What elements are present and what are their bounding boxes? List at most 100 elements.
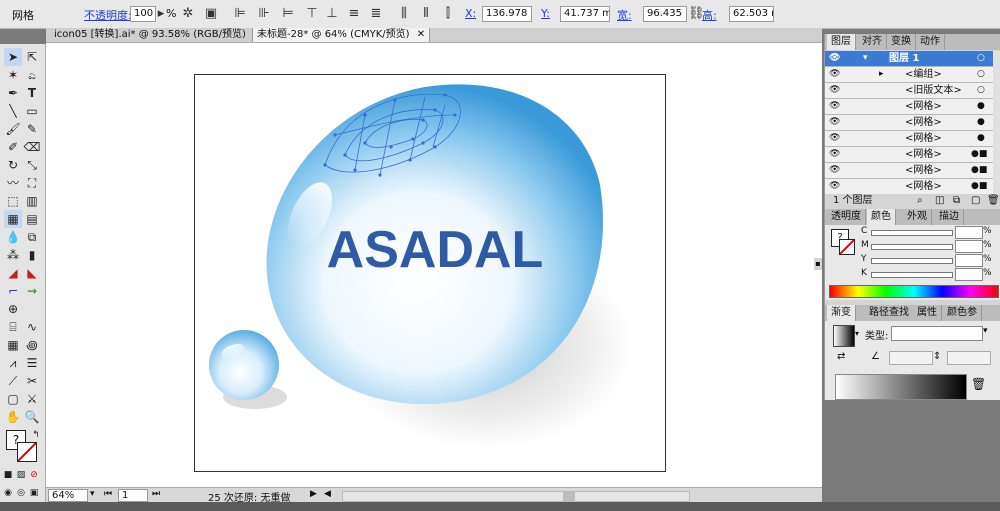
eye-icon[interactable]: 👁: [829, 163, 841, 178]
align-left-icon[interactable]: ⊫: [232, 6, 248, 22]
height-input[interactable]: 62.503 mm: [729, 6, 774, 22]
layer-row[interactable]: 👁 ▾ 图层 1 ○: [825, 51, 993, 67]
page-input[interactable]: 1: [118, 489, 148, 502]
paintbrush-tool-icon[interactable]: 🖌: [4, 120, 22, 138]
blend-tool-icon[interactable]: ⧉: [23, 228, 41, 246]
symbol-sprayer-tool-icon[interactable]: ⁂: [4, 246, 22, 264]
layers-scrollbar[interactable]: [993, 51, 1000, 194]
gradient-mode-icon[interactable]: ▨: [15, 466, 27, 484]
eyedropper-tool-icon[interactable]: 💧: [4, 228, 22, 246]
tab-icon05[interactable]: icon05 [转换].ai* @ 93.58% (RGB/预览) ✕: [50, 28, 266, 42]
channel-y-slider[interactable]: [871, 258, 953, 264]
channel-m-slider[interactable]: [871, 244, 953, 250]
scissors-tool-icon[interactable]: ✂: [23, 372, 41, 390]
eye-icon[interactable]: 👁: [829, 51, 841, 66]
column-graph-tool-icon[interactable]: ▮: [23, 246, 41, 264]
lasso-tool-icon[interactable]: ಎ: [23, 66, 41, 84]
aspect-ratio-icon[interactable]: ⇕: [933, 351, 941, 362]
crop-tool-icon[interactable]: ▢: [4, 390, 22, 408]
distribute-top-icon[interactable]: ≡: [346, 6, 362, 22]
zoom-tool-icon[interactable]: 🔍: [23, 408, 41, 426]
clipping-mask-icon[interactable]: ◫: [935, 194, 944, 208]
reverse-gradient-icon[interactable]: ⇄: [837, 351, 845, 362]
expand-triangle-icon[interactable]: ▾: [863, 51, 868, 66]
artboard[interactable]: ASADAL: [194, 74, 666, 472]
selection-tool-icon[interactable]: ➤: [4, 48, 22, 66]
eye-icon[interactable]: 👁: [829, 147, 841, 162]
color-mode-icon[interactable]: ■: [2, 466, 14, 484]
target-icon[interactable]: ●■: [971, 179, 987, 194]
zoom-select[interactable]: 64%: [48, 489, 88, 502]
layer-row[interactable]: 👁 <网格> ●: [825, 131, 993, 147]
tab-pathfinder[interactable]: 路径查找: [865, 305, 914, 321]
rotate-tool-icon[interactable]: ↻: [4, 156, 22, 174]
distribute-left-icon[interactable]: ⫼: [396, 6, 412, 22]
eye-icon[interactable]: 👁: [829, 99, 841, 114]
angle-input[interactable]: [889, 351, 933, 365]
distribute-hcenter-icon[interactable]: ⫴: [418, 6, 434, 22]
target-icon[interactable]: ●■: [971, 147, 987, 162]
expand-triangle-icon[interactable]: ▸: [879, 67, 884, 82]
opacity-dropdown-icon[interactable]: ▸: [157, 6, 165, 22]
tab-layers[interactable]: 图层: [827, 34, 856, 50]
width-input[interactable]: 96.435 mm: [643, 6, 687, 22]
layer-row[interactable]: 👁 <网格> ●: [825, 99, 993, 115]
next-artboard-icon[interactable]: ⏭: [152, 489, 160, 499]
graph-grid-tool-icon[interactable]: ▦: [4, 336, 22, 354]
stroke-swatch[interactable]: [839, 239, 855, 255]
opacity-input[interactable]: 100: [130, 6, 156, 22]
y-label[interactable]: Y:: [541, 7, 550, 20]
screen-mode-icon[interactable]: ▣: [28, 484, 40, 502]
prev-artboard-icon[interactable]: ⏮: [104, 489, 112, 499]
distribute-right-icon[interactable]: ⫿: [440, 6, 456, 22]
layer-row[interactable]: 👁 <网格> ●■: [825, 163, 993, 179]
artwork[interactable]: ASADAL: [195, 75, 665, 471]
align-vcenter-icon[interactable]: ⊥: [324, 6, 340, 22]
channel-y-input[interactable]: [955, 254, 983, 267]
channel-k-slider[interactable]: [871, 272, 953, 278]
delete-layer-icon[interactable]: 🗑: [987, 194, 1000, 208]
new-layer-icon[interactable]: ▢: [971, 194, 980, 208]
shape-builder-tool-icon[interactable]: ⬚: [4, 192, 22, 210]
none-mode-icon[interactable]: ⊘: [28, 466, 40, 484]
reference-point-icon[interactable]: ▣: [203, 6, 219, 22]
hand-tool-icon[interactable]: ✋: [4, 408, 22, 426]
tab-stroke[interactable]: 描边: [935, 209, 964, 225]
align-top-icon[interactable]: ⊤: [304, 6, 320, 22]
swap-fill-stroke-icon[interactable]: ↰: [30, 426, 42, 444]
eye-icon[interactable]: 👁: [829, 179, 841, 194]
canvas-scroll-marker[interactable]: ▪: [814, 258, 822, 270]
mesh-tool-icon[interactable]: ▦: [4, 210, 22, 228]
tab-actions[interactable]: 动作: [916, 34, 945, 50]
tab-transparency[interactable]: 透明度: [827, 209, 866, 225]
layers-list[interactable]: 👁 ▾ 图层 1 ○ 👁 ▸ <编组> ○ 👁 <旧版文本> ○ 👁 <网格> …: [825, 51, 993, 194]
scroll-thumb[interactable]: [563, 492, 575, 501]
layer-row[interactable]: 👁 <网格> ●■: [825, 147, 993, 163]
target-icon[interactable]: ●: [977, 131, 985, 146]
artboard-tool-icon[interactable]: ⌐: [4, 282, 22, 300]
target-icon[interactable]: ●■: [971, 163, 987, 178]
layer-row[interactable]: 👁 <旧版文本> ○: [825, 83, 993, 99]
zigzag-tool-icon[interactable]: ⩘: [4, 354, 22, 372]
chevron-down-icon[interactable]: ▾: [855, 329, 859, 338]
gradient-tool-icon[interactable]: ▤: [23, 210, 41, 228]
align-right-icon[interactable]: ⊨: [280, 6, 296, 22]
direct-selection-tool-icon[interactable]: ⇱: [23, 48, 41, 66]
logo-text[interactable]: ASADAL: [327, 221, 544, 279]
opacity-label[interactable]: 不透明度:: [84, 7, 132, 23]
scale-tool-icon[interactable]: ⤡: [23, 156, 41, 174]
magic-wand-tool-icon[interactable]: ✶: [4, 66, 22, 84]
pen-tool-icon[interactable]: ✒: [4, 84, 22, 102]
live-paint-bucket-tool-icon[interactable]: ◢: [4, 264, 22, 282]
x-input[interactable]: 136.978 mm: [482, 6, 532, 22]
eye-icon[interactable]: 👁: [829, 115, 841, 130]
spiral-tool-icon[interactable]: ꩜: [23, 336, 41, 354]
tab-color-guide[interactable]: 颜色参: [943, 305, 982, 321]
chevron-down-icon[interactable]: ▾: [983, 326, 988, 336]
chevron-down-icon[interactable]: ▾: [90, 489, 95, 499]
angle-icon[interactable]: ∠: [871, 351, 880, 362]
free-transform-tool-icon[interactable]: ⛶: [23, 174, 41, 192]
target-icon[interactable]: ○: [977, 67, 985, 82]
channel-m-input[interactable]: [955, 240, 983, 253]
aspect-ratio-input[interactable]: [947, 351, 991, 365]
